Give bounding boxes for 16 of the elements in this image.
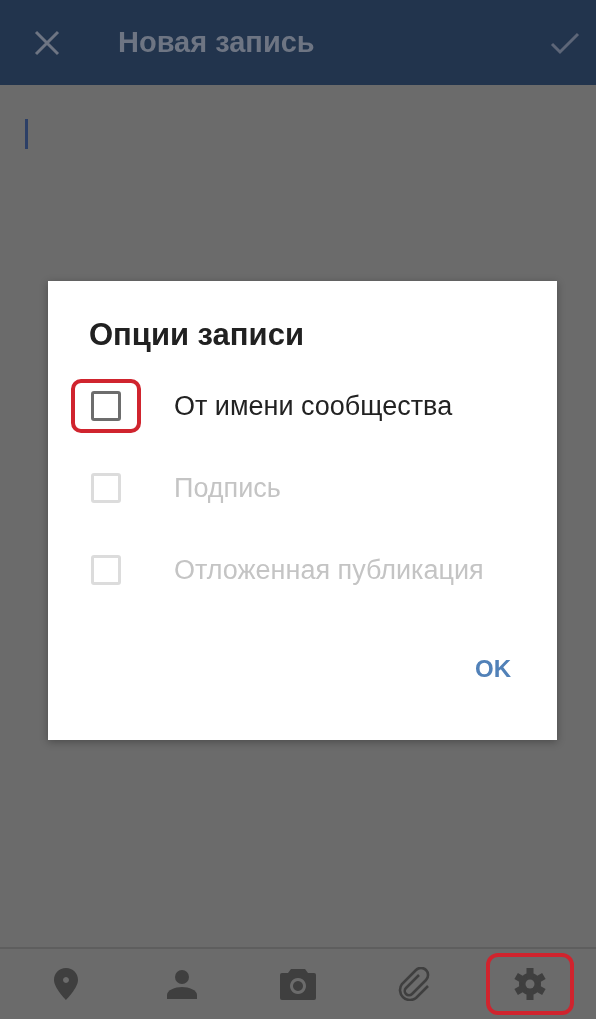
checkbox[interactable]	[91, 391, 121, 421]
settings-icon-button[interactable]	[486, 953, 574, 1015]
option-label: Отложенная публикация	[174, 554, 485, 587]
location-pin-icon	[53, 968, 79, 1000]
settings-icon	[513, 967, 547, 1001]
option-label: От имени сообщества	[174, 390, 454, 423]
camera-icon	[280, 968, 316, 1000]
ok-button[interactable]: OK	[471, 651, 515, 687]
close-icon[interactable]	[34, 29, 60, 56]
check-icon[interactable]	[550, 30, 580, 55]
screen-title: Новая запись	[118, 26, 315, 59]
paperclip-icon	[397, 967, 431, 1001]
option-label: Подпись	[174, 472, 282, 505]
dialog-title: Опции записи	[89, 317, 305, 353]
person-icon	[166, 969, 198, 999]
text-cursor	[25, 119, 28, 149]
